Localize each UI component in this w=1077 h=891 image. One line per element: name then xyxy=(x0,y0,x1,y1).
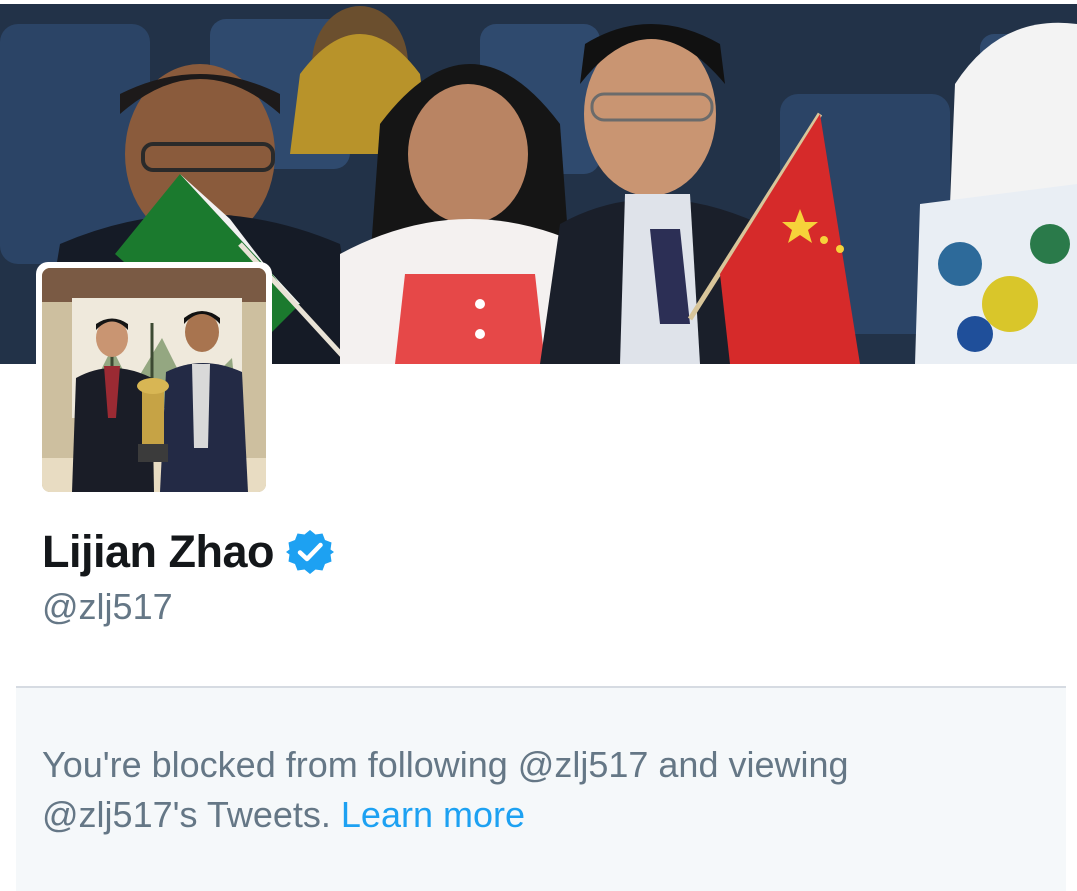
blocked-message-line1: You're blocked from following @zlj517 an… xyxy=(42,744,849,785)
screen-name: @zlj517 xyxy=(42,586,173,627)
verified-badge-icon xyxy=(286,528,335,576)
blocked-notice: You're blocked from following @zlj517 an… xyxy=(16,688,1066,891)
profile-avatar[interactable] xyxy=(36,262,272,498)
blocked-message-tweets: @zlj517's Tweets. xyxy=(42,794,331,835)
blocked-message-line2: @zlj517's Tweets. Learn more xyxy=(42,790,1040,840)
display-name: Lijian Zhao xyxy=(42,526,275,577)
avatar-photo xyxy=(42,268,266,492)
display-name-row: Lijian Zhao xyxy=(42,522,335,582)
learn-more-link[interactable]: Learn more xyxy=(341,794,525,835)
avatar-image xyxy=(42,268,266,492)
